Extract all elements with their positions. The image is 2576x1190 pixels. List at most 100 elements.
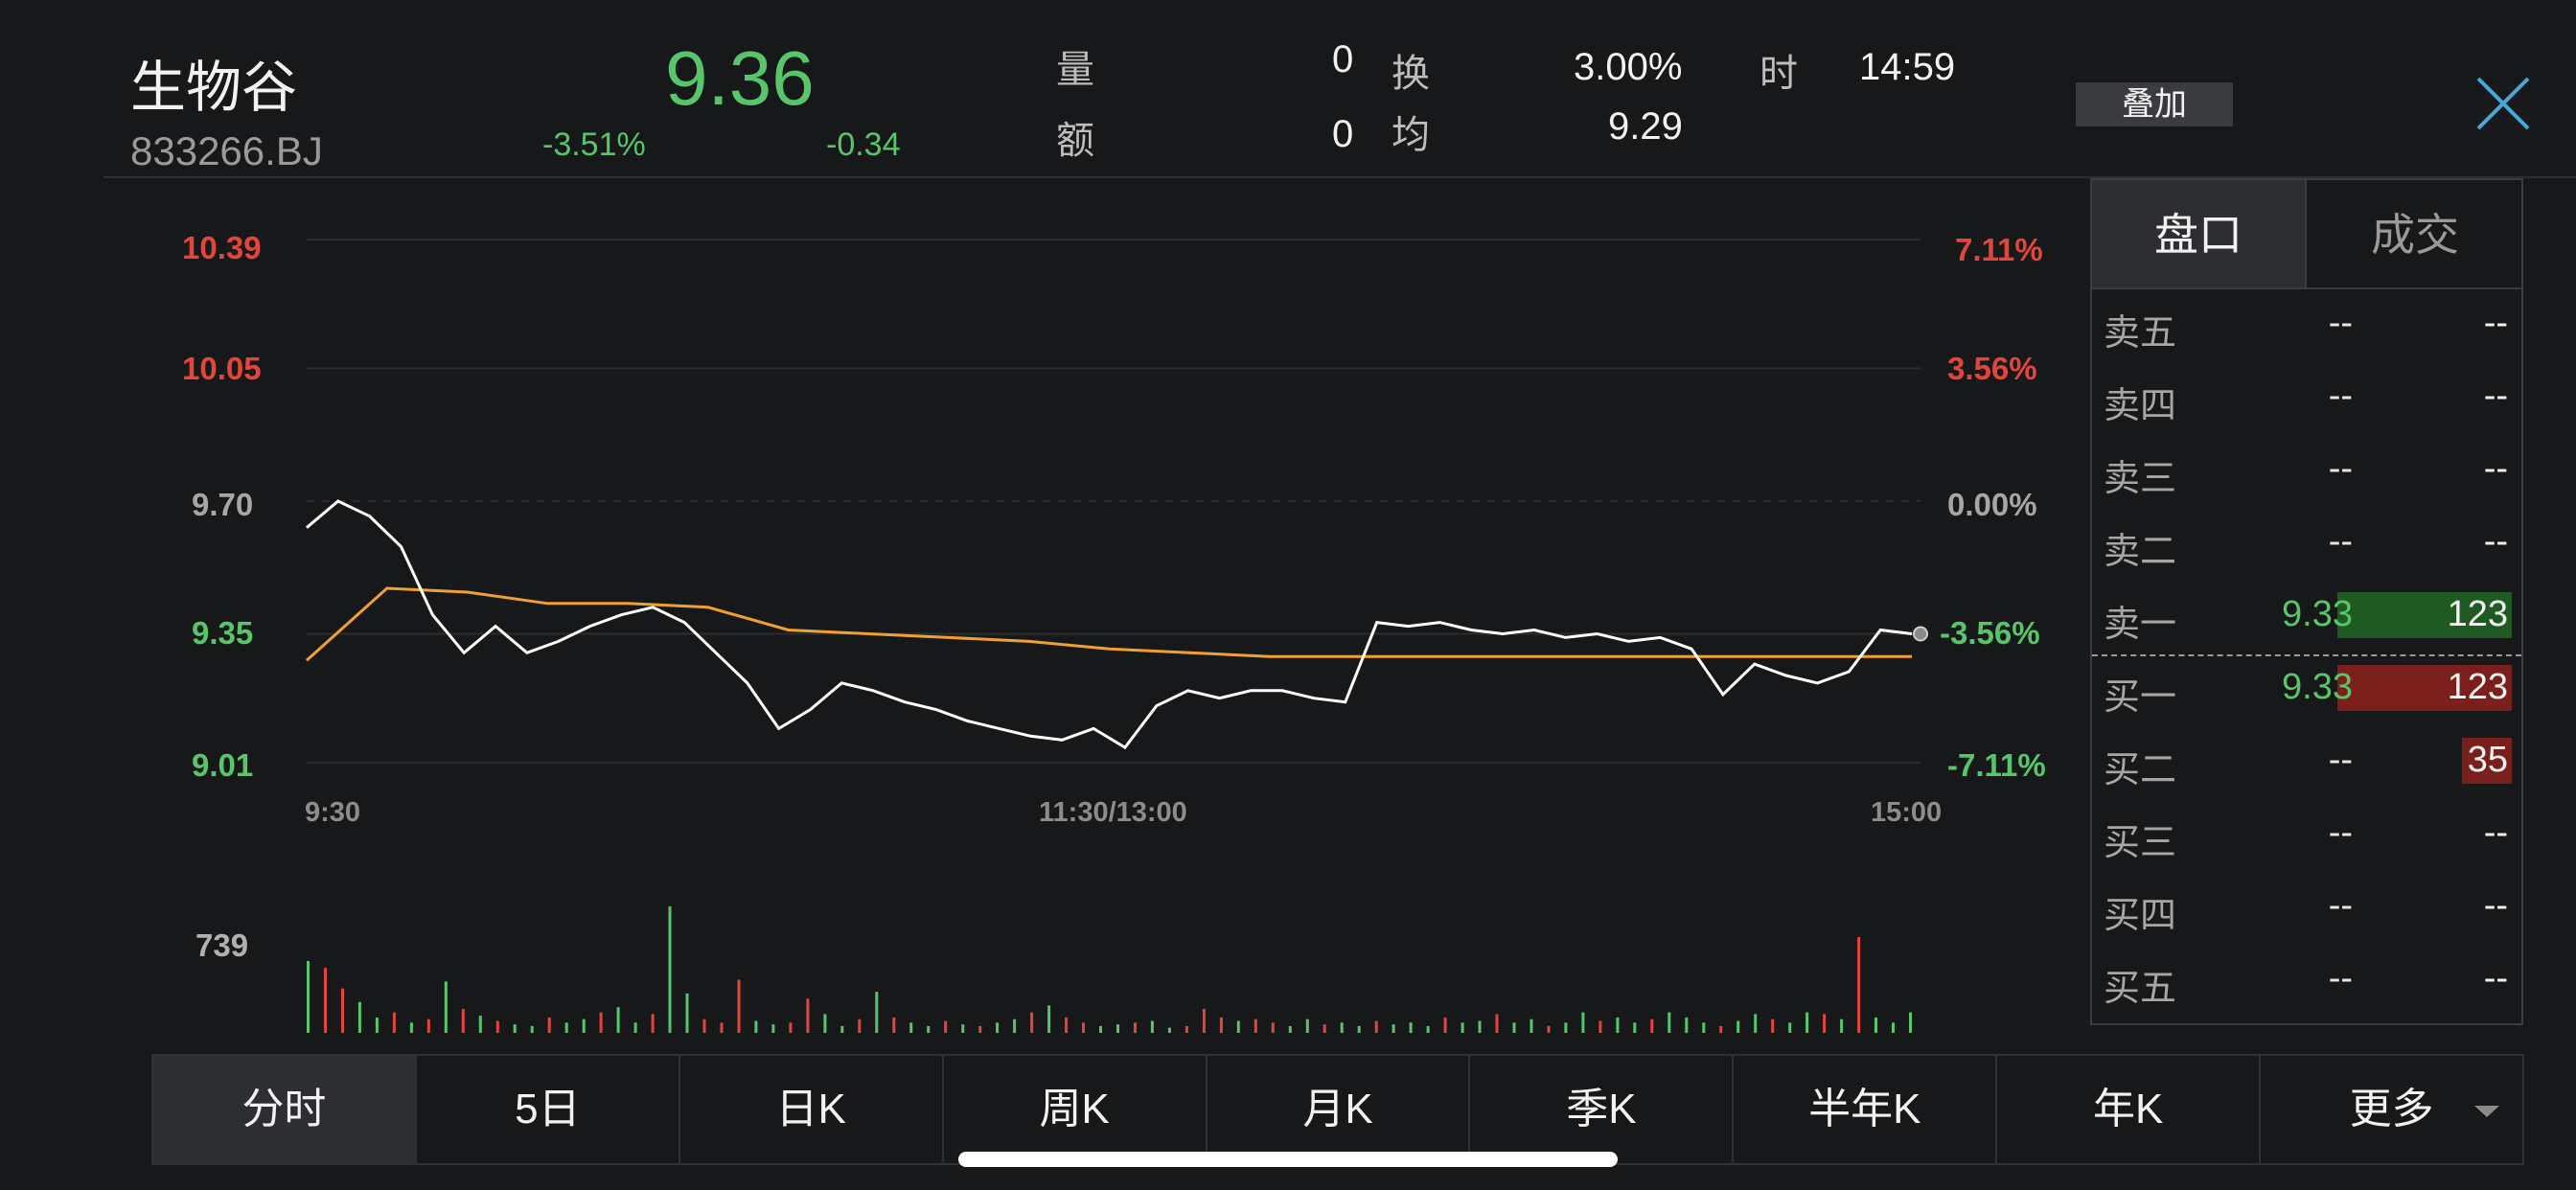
volume-bar: [1702, 1022, 1706, 1033]
average-price-line: [305, 586, 1912, 662]
ask-row: 卖三 -- --: [2092, 437, 2521, 510]
price-tick: 9.35: [192, 615, 254, 651]
overlay-button[interactable]: 叠加: [2076, 82, 2233, 126]
volume-bar: [1857, 937, 1861, 1033]
volume-bar: [1495, 1014, 1499, 1033]
volume-bar: [1219, 1017, 1223, 1033]
volume-bar: [1512, 1022, 1516, 1033]
time-tick: 15:00: [1871, 797, 1943, 828]
volume-bar: [1581, 1012, 1585, 1033]
intraday-chart[interactable]: [0, 178, 2089, 1041]
price-tick: 9.01: [192, 747, 254, 783]
level-volume: --: [2483, 812, 2508, 853]
volume-bar: [616, 1007, 620, 1033]
level-price: --: [2328, 376, 2353, 416]
tab-monthly-k[interactable]: 月K: [1208, 1056, 1471, 1163]
level-price: 9.33: [2282, 594, 2353, 634]
volume-bar: [1254, 1018, 1257, 1033]
volume-bar: [1668, 1012, 1671, 1033]
ask-row: 卖二 -- --: [2092, 510, 2521, 583]
tab-daily-k[interactable]: 日K: [680, 1056, 944, 1163]
volume-bar: [858, 1018, 862, 1033]
volume-bar: [1340, 1022, 1344, 1033]
volume-bar: [1047, 1005, 1051, 1033]
tab-order-book[interactable]: 盘口: [2092, 180, 2307, 289]
period-tab-bar: 分时 5日 日K 周K 月K 季K 半年K 年K 更多: [151, 1054, 2524, 1165]
volume-value: 0: [1332, 38, 1354, 80]
tab-quarterly-k[interactable]: 季K: [1470, 1056, 1735, 1163]
bid-row: 买一 9.33 123: [2092, 655, 2521, 728]
volume-bar: [547, 1017, 551, 1033]
volume-bar: [1788, 1022, 1792, 1033]
tab-yearly-k[interactable]: 年K: [1997, 1056, 2262, 1163]
volume-bar: [1530, 1018, 1533, 1033]
pct-tick: -3.56%: [1940, 615, 2040, 651]
volume-bar: [1616, 1017, 1620, 1033]
volume-bar: [1202, 1009, 1206, 1033]
volume-bar: [685, 993, 689, 1033]
time-tick: 11:30/13:00: [1039, 797, 1187, 828]
tab-intraday[interactable]: 分时: [153, 1056, 417, 1163]
level-price: --: [2328, 885, 2353, 926]
level-label: 买二: [2104, 750, 2177, 790]
level-volume: 35: [2467, 740, 2508, 780]
tab-halfyear-k[interactable]: 半年K: [1734, 1056, 1998, 1163]
tab-weekly-k[interactable]: 周K: [944, 1056, 1208, 1163]
volume-bar: [1013, 1018, 1017, 1033]
volume-bar: [1150, 1020, 1154, 1033]
level-label: 卖二: [2104, 532, 2177, 572]
level-volume: --: [2483, 885, 2508, 926]
stock-name: 生物谷: [130, 57, 298, 119]
ask-row: 卖五 -- --: [2092, 291, 2521, 364]
bid-row: 买五 -- --: [2092, 947, 2521, 1019]
volume-bar: [426, 1018, 430, 1033]
change-percent: -3.51%: [542, 126, 646, 163]
last-price-dot: [1913, 626, 1928, 642]
time-tick: 9:30: [305, 797, 361, 828]
volume-bar: [495, 1020, 499, 1033]
volume-bar: [1357, 1025, 1361, 1033]
volume-bar: [599, 1012, 603, 1033]
volume-bar: [651, 1014, 655, 1033]
stock-code: 833266.BJ: [130, 128, 323, 173]
price-line: [306, 499, 1913, 750]
volume-bar: [909, 1022, 913, 1033]
chart-gridlines: [307, 239, 1920, 764]
volume-bar: [754, 1020, 758, 1033]
tab-5day[interactable]: 5日: [417, 1056, 680, 1163]
change-amount: -0.34: [826, 126, 901, 163]
volume-bar: [1305, 1018, 1309, 1033]
volume-bar: [1719, 1025, 1723, 1033]
volume-bar: [1564, 1022, 1568, 1033]
bid-row: 买二 -- 35: [2092, 728, 2521, 801]
level-label: 卖五: [2104, 313, 2177, 354]
volume-bar: [564, 1022, 568, 1033]
volume-bar: [1392, 1024, 1395, 1033]
level-label: 买四: [2104, 896, 2177, 936]
home-indicator[interactable]: [958, 1152, 1618, 1167]
close-icon[interactable]: [2472, 73, 2534, 134]
volume-bar: [1236, 1020, 1240, 1033]
level-label: 卖三: [2104, 459, 2177, 499]
volume-bar: [720, 1022, 724, 1033]
volume-bar: [1806, 1012, 1809, 1033]
more-label: 更多: [2349, 1086, 2434, 1133]
volume-bar: [1598, 1020, 1602, 1033]
volume-bar: [1478, 1020, 1482, 1033]
volume-bar: [944, 1020, 948, 1033]
level-label: 买五: [2104, 969, 2177, 1009]
volume-bar: [1754, 1014, 1758, 1033]
price-tick: 9.70: [192, 487, 254, 522]
tab-trades[interactable]: 成交: [2307, 180, 2523, 289]
volume-bar: [530, 1025, 534, 1033]
volume-bar: [806, 998, 810, 1033]
level-price: --: [2328, 521, 2353, 561]
price-tick: 10.39: [182, 230, 262, 265]
volume-bar: [357, 1001, 361, 1033]
level-label: 卖四: [2104, 386, 2177, 426]
level-label: 卖一: [2104, 605, 2177, 645]
tab-more[interactable]: 更多: [2261, 1056, 2522, 1163]
average-label: 均: [1392, 114, 1430, 156]
volume-bar: [978, 1025, 982, 1033]
level-price: --: [2328, 448, 2353, 489]
